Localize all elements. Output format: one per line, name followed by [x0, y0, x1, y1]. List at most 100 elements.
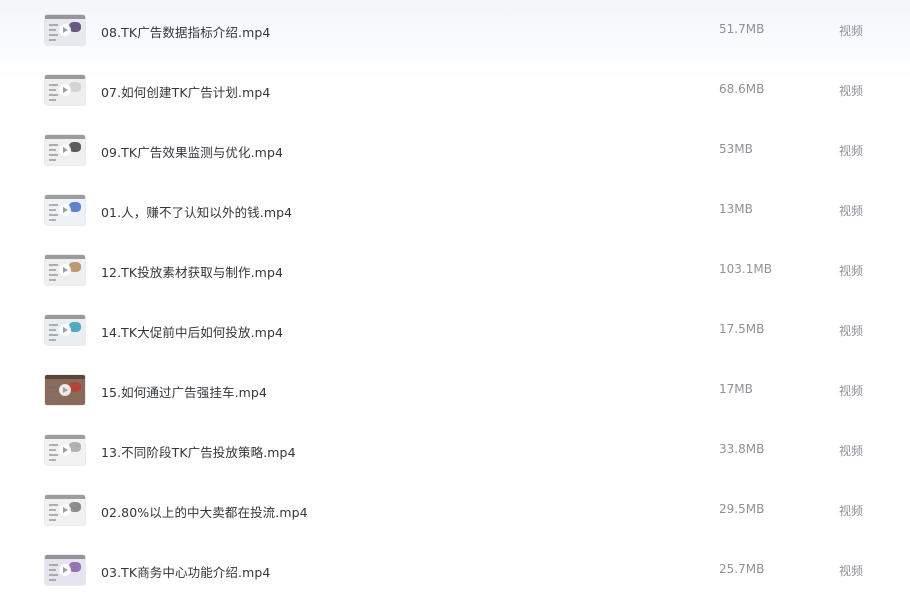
thumbnail-text-line: [49, 569, 56, 571]
thumbnail-titlebar: [45, 435, 85, 439]
play-icon: [59, 264, 71, 276]
thumbnail-text-line: [49, 274, 58, 276]
thumbnail-text-line: [49, 24, 58, 26]
video-thumbnail-icon[interactable]: [45, 555, 85, 585]
thumbnail-text-line: [49, 339, 56, 341]
file-type: 视频: [839, 384, 864, 398]
thumbnail-text-line: [49, 399, 56, 401]
file-row[interactable]: 01.人，赚不了认知以外的钱.mp4 13MB 视频: [0, 180, 910, 240]
thumbnail-text-line: [49, 149, 56, 151]
file-row[interactable]: 09.TK广告效果监测与优化.mp4 53MB 视频: [0, 120, 910, 180]
thumbnail-titlebar: [45, 315, 85, 319]
play-icon: [59, 204, 71, 216]
play-icon: [59, 564, 71, 576]
thumbnail-text-line: [49, 279, 56, 281]
file-row[interactable]: 03.TK商务中心功能介绍.mp4 25.7MB 视频: [0, 540, 910, 600]
thumbnail-text-line: [49, 574, 58, 576]
thumbnail-text-line: [49, 329, 56, 331]
file-type: 视频: [839, 144, 864, 158]
file-name[interactable]: 07.如何创建TK广告计划.mp4: [101, 82, 270, 101]
thumbnail-text-line: [49, 504, 58, 506]
file-size: 17MB: [719, 382, 753, 396]
thumbnail-text-line: [49, 444, 58, 446]
file-row[interactable]: 07.如何创建TK广告计划.mp4 68.6MB 视频: [0, 60, 910, 120]
video-thumbnail-icon[interactable]: [45, 495, 85, 525]
thumbnail-titlebar: [45, 555, 85, 559]
file-size: 25.7MB: [719, 562, 765, 576]
video-thumbnail-icon[interactable]: [45, 75, 85, 105]
file-list-page: 08.TK广告数据指标介绍.mp4 51.7MB 视频 07.如何创建TK广告计划.m…: [0, 0, 910, 606]
thumbnail-text-line: [49, 519, 56, 521]
video-thumbnail-icon[interactable]: [45, 15, 85, 45]
thumbnail-text-line: [49, 269, 56, 271]
thumbnail-titlebar: [45, 375, 85, 379]
thumbnail-titlebar: [45, 15, 85, 19]
file-row[interactable]: 08.TK广告数据指标介绍.mp4 51.7MB 视频: [0, 0, 910, 60]
file-name[interactable]: 02.80%以上的中大卖都在投流.mp4: [101, 502, 308, 521]
thumbnail-text-line: [49, 84, 58, 86]
file-name[interactable]: 14.TK大促前中后如何投放.mp4: [101, 322, 283, 341]
file-name[interactable]: 12.TK投放素材获取与制作.mp4: [101, 262, 283, 281]
video-thumbnail-icon[interactable]: [45, 315, 85, 345]
file-row[interactable]: 15.如何通过广告强挂车.mp4 17MB 视频: [0, 360, 910, 420]
thumbnail-text-line: [49, 389, 56, 391]
video-thumbnail-icon[interactable]: [45, 375, 85, 405]
file-name[interactable]: 03.TK商务中心功能介绍.mp4: [101, 562, 270, 581]
file-row[interactable]: 02.80%以上的中大卖都在投流.mp4 29.5MB 视频: [0, 480, 910, 540]
file-name[interactable]: 09.TK广告效果监测与优化.mp4: [101, 142, 283, 161]
file-type: 视频: [839, 24, 864, 38]
thumbnail-text-line: [49, 209, 56, 211]
file-type: 视频: [839, 564, 864, 578]
thumbnail-text-line: [49, 154, 58, 156]
file-type: 视频: [839, 204, 864, 218]
thumbnail-text-line: [49, 454, 58, 456]
thumbnail-text-line: [49, 579, 56, 581]
play-icon: [59, 384, 71, 396]
thumbnail-text-line: [49, 324, 58, 326]
thumbnail-text-line: [49, 509, 56, 511]
play-icon: [59, 444, 71, 456]
thumbnail-text-line: [49, 159, 56, 161]
thumbnail-text-line: [49, 29, 56, 31]
thumbnail-text-line: [49, 204, 58, 206]
thumbnail-text-line: [49, 144, 58, 146]
thumbnail-titlebar: [45, 195, 85, 199]
thumbnail-text-line: [49, 449, 56, 451]
thumbnail-text-line: [49, 99, 56, 101]
play-icon: [59, 24, 71, 36]
thumbnail-text-line: [49, 264, 58, 266]
file-size: 51.7MB: [719, 22, 765, 36]
thumbnail-text-line: [49, 514, 58, 516]
thumbnail-titlebar: [45, 255, 85, 259]
file-name[interactable]: 01.人，赚不了认知以外的钱.mp4: [101, 202, 292, 221]
thumbnail-text-line: [49, 384, 58, 386]
thumbnail-text-line: [49, 334, 58, 336]
thumbnail-text-line: [49, 94, 58, 96]
file-row[interactable]: 14.TK大促前中后如何投放.mp4 17.5MB 视频: [0, 300, 910, 360]
thumbnail-text-line: [49, 214, 58, 216]
video-thumbnail-icon[interactable]: [45, 255, 85, 285]
file-name[interactable]: 13.不同阶段TK广告投放策略.mp4: [101, 442, 296, 461]
file-row[interactable]: 13.不同阶段TK广告投放策略.mp4 33.8MB 视频: [0, 420, 910, 480]
thumbnail-text-line: [49, 34, 58, 36]
thumbnail-titlebar: [45, 75, 85, 79]
file-type: 视频: [839, 84, 864, 98]
file-type: 视频: [839, 264, 864, 278]
video-thumbnail-icon[interactable]: [45, 195, 85, 225]
thumbnail-titlebar: [45, 135, 85, 139]
file-type: 视频: [839, 324, 864, 338]
file-type: 视频: [839, 444, 864, 458]
thumbnail-text-line: [49, 219, 56, 221]
file-row[interactable]: 12.TK投放素材获取与制作.mp4 103.1MB 视频: [0, 240, 910, 300]
play-icon: [59, 84, 71, 96]
thumbnail-text-line: [49, 459, 56, 461]
file-name[interactable]: 08.TK广告数据指标介绍.mp4: [101, 22, 270, 41]
thumbnail-text-line: [49, 89, 56, 91]
video-thumbnail-icon[interactable]: [45, 135, 85, 165]
video-thumbnail-icon[interactable]: [45, 435, 85, 465]
play-icon: [59, 144, 71, 156]
file-type: 视频: [839, 504, 864, 518]
file-size: 17.5MB: [719, 322, 765, 336]
file-size: 13MB: [719, 202, 753, 216]
file-name[interactable]: 15.如何通过广告强挂车.mp4: [101, 382, 267, 401]
